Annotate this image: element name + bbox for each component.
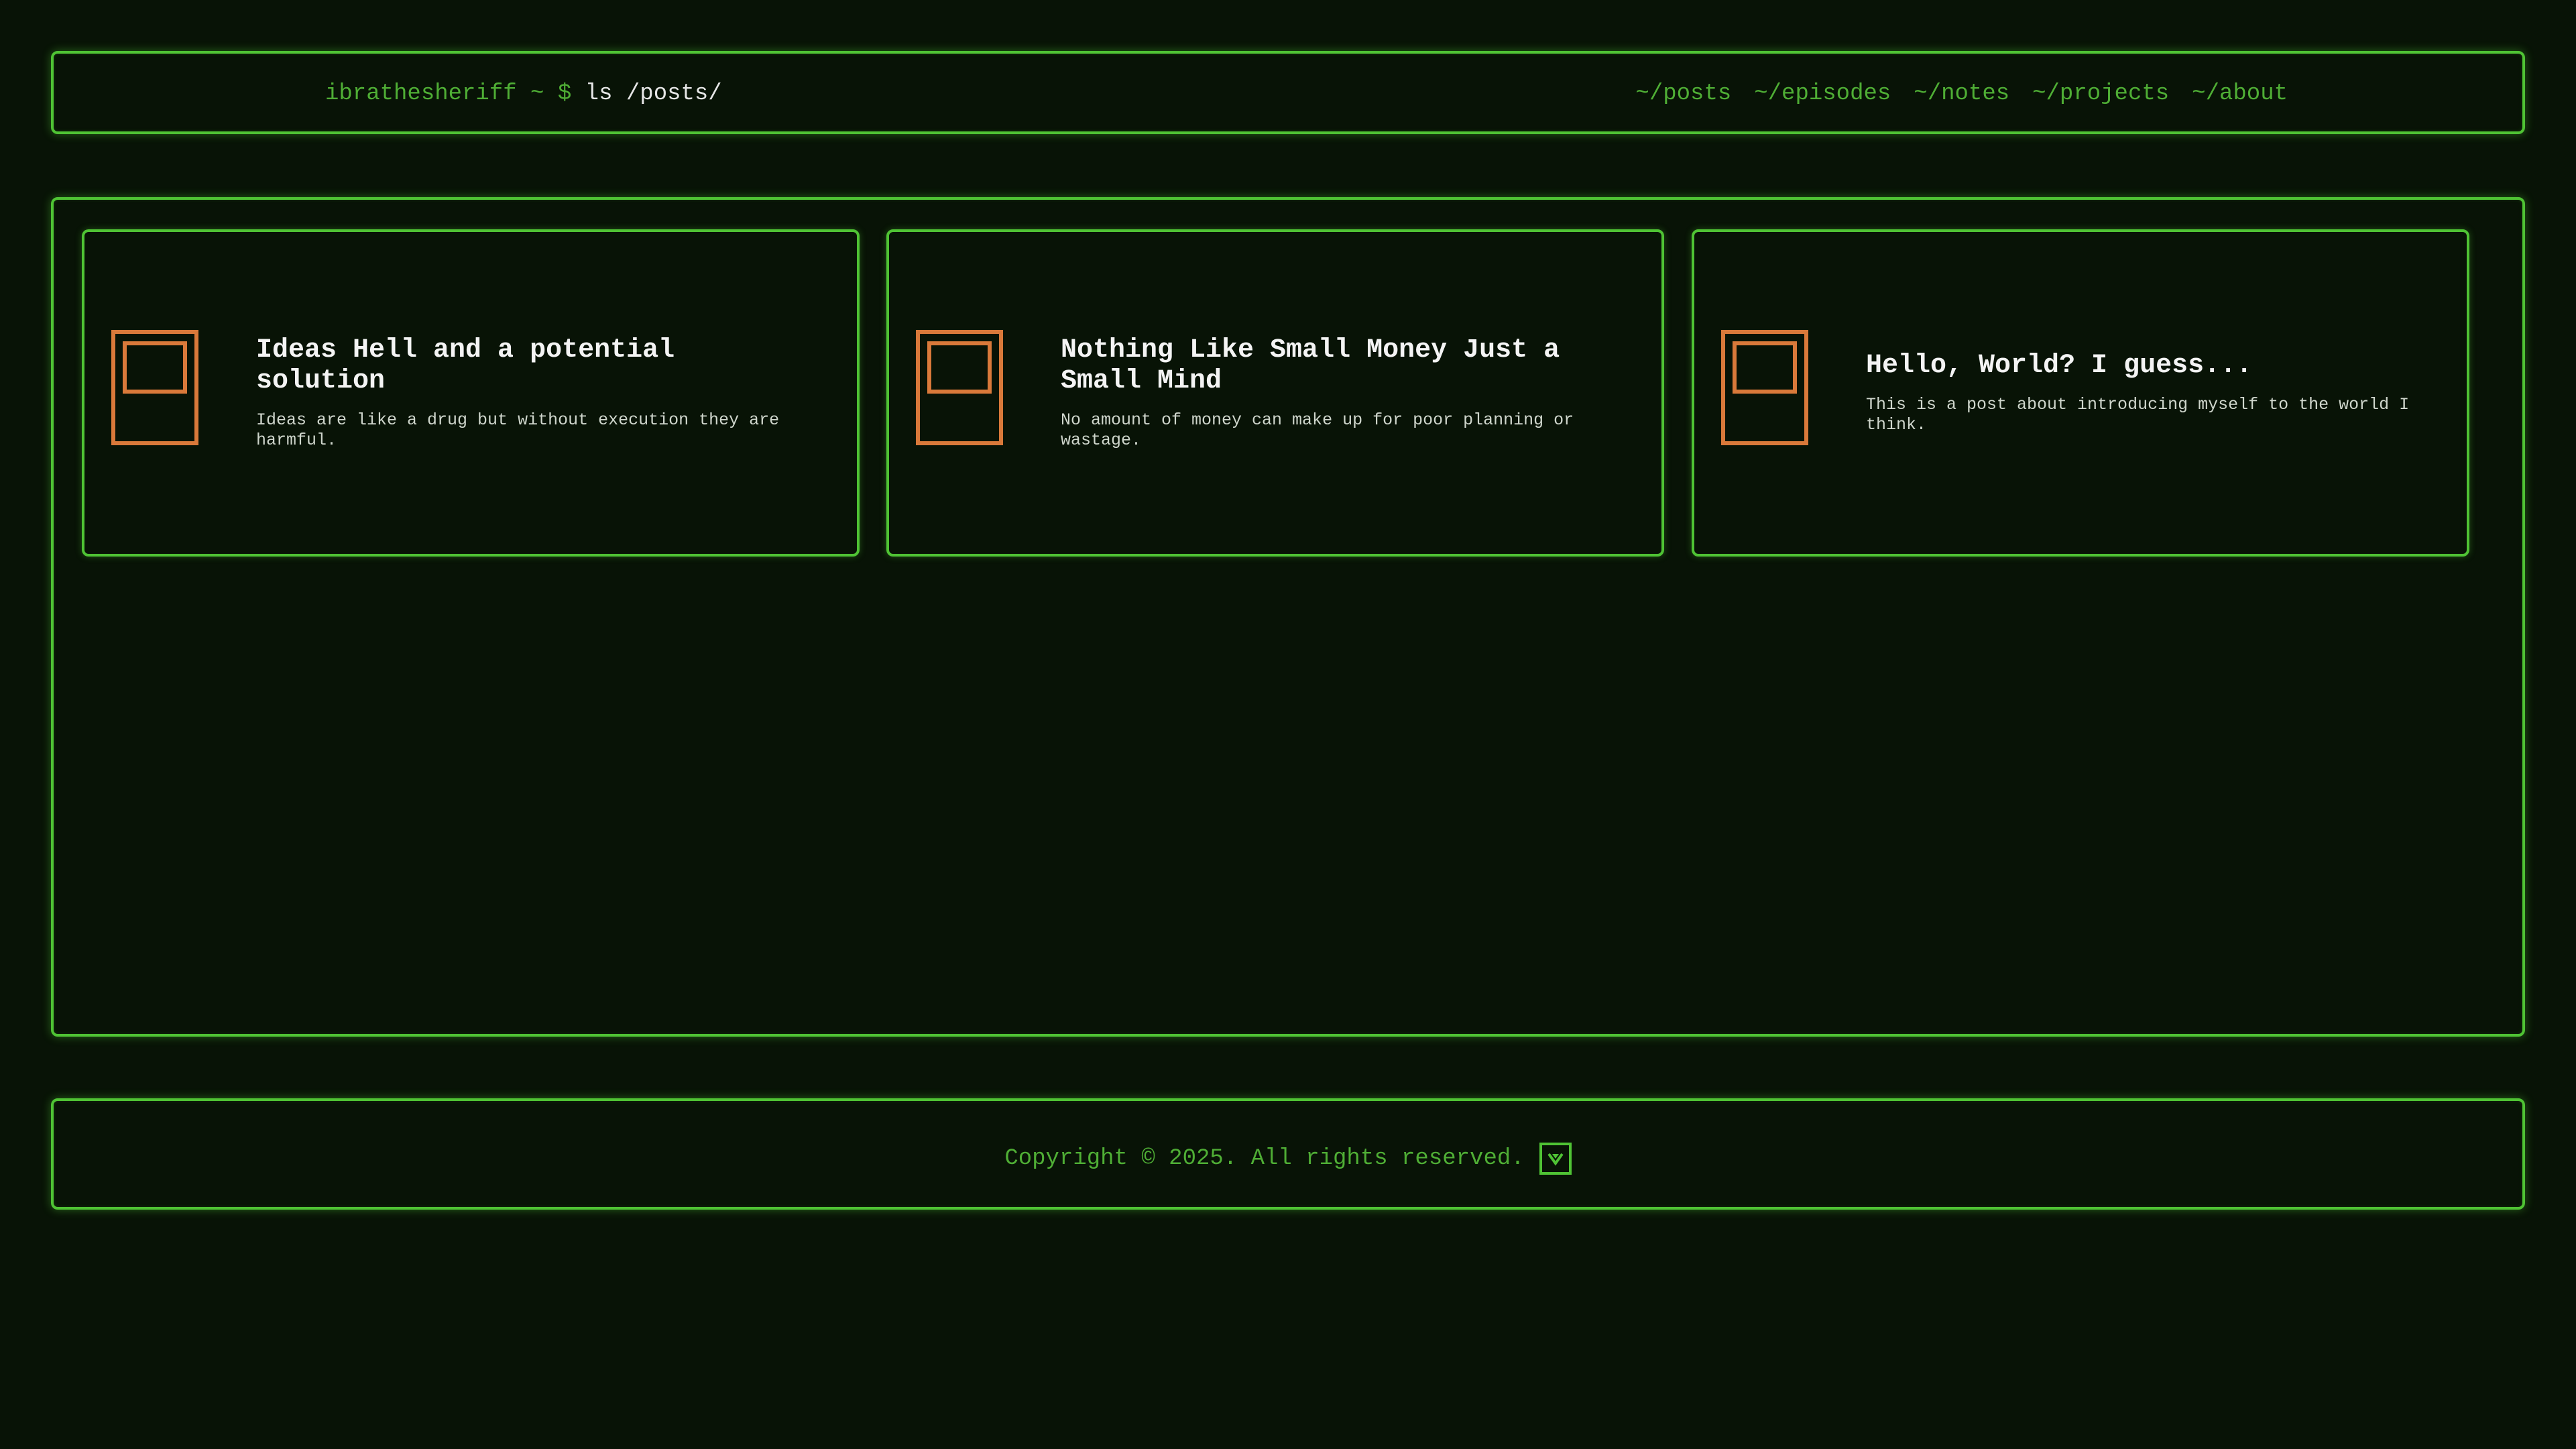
theme-toggle-button[interactable]	[1539, 1143, 1572, 1175]
footer-content: Copyright © 2025. All rights reserved.	[54, 1101, 2522, 1207]
post-content: Hello, World? I guess... This is a post …	[1866, 232, 2426, 554]
post-description: No amount of money can make up for poor …	[1061, 410, 1574, 450]
post-content: Ideas Hell and a potential solution Idea…	[256, 232, 817, 554]
post-card[interactable]: Hello, World? I guess... This is a post …	[1692, 229, 2469, 557]
prompt-command: ls /posts/	[585, 81, 722, 107]
site-header: ibrathesheriff ~ $ ls /posts/ ~/posts ~/…	[51, 51, 2525, 134]
document-icon	[1721, 330, 1808, 445]
post-content: Nothing Like Small Money Just a Small Mi…	[1061, 232, 1621, 554]
prompt-host: ibrathesheriff ~ $	[325, 81, 572, 107]
nav-link-about[interactable]: ~/about	[2192, 76, 2288, 111]
terminal-prompt[interactable]: ibrathesheriff ~ $ ls /posts/	[325, 76, 722, 111]
nav-link-episodes[interactable]: ~/episodes	[1754, 76, 1891, 111]
posts-container: Ideas Hell and a potential solution Idea…	[51, 197, 2525, 1037]
nav-link-projects[interactable]: ~/projects	[2032, 76, 2169, 111]
post-description: This is a post about introducing myself …	[1866, 395, 2410, 434]
post-card[interactable]: Ideas Hell and a potential solution Idea…	[82, 229, 860, 557]
post-title[interactable]: Nothing Like Small Money Just a Small Mi…	[1061, 335, 1621, 397]
copyright-text: Copyright © 2025. All rights reserved.	[1004, 1146, 1525, 1171]
document-icon	[916, 330, 1003, 445]
chevron-down-icon	[1547, 1153, 1564, 1166]
document-icon	[111, 330, 198, 445]
post-title[interactable]: Hello, World? I guess...	[1866, 351, 2426, 382]
post-description: Ideas are like a drug but without execut…	[256, 410, 780, 450]
nav-link-posts[interactable]: ~/posts	[1635, 76, 1731, 111]
site-footer: Copyright © 2025. All rights reserved.	[51, 1098, 2525, 1210]
post-title[interactable]: Ideas Hell and a potential solution	[256, 335, 817, 397]
main-nav: ~/posts ~/episodes ~/notes ~/projects ~/…	[1635, 76, 2288, 111]
post-card[interactable]: Nothing Like Small Money Just a Small Mi…	[886, 229, 1664, 557]
nav-link-notes[interactable]: ~/notes	[1914, 76, 2009, 111]
